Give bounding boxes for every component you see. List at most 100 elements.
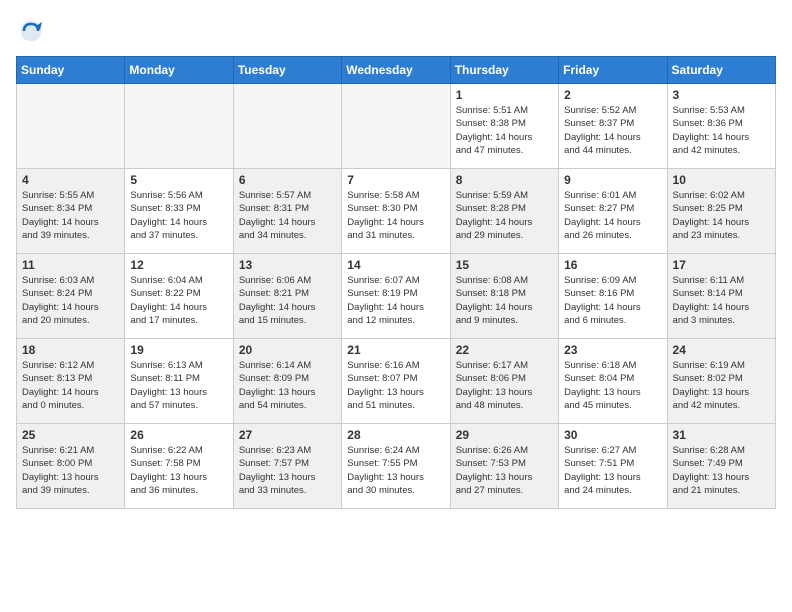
day-cell: 10Sunrise: 6:02 AMSunset: 8:25 PMDayligh… bbox=[667, 169, 775, 254]
day-cell: 24 Sunrise: 6:19 AMSunset: 8:02 PMDayligh… bbox=[667, 339, 775, 424]
day-cell: 9 Sunrise: 6:01 AMSunset: 8:27 PMDaylight… bbox=[559, 169, 667, 254]
day-info: Sunrise: 5:53 AMSunset: 8:36 PMDaylight:… bbox=[673, 104, 770, 157]
day-number: 15 bbox=[456, 258, 553, 272]
day-info: Sunrise: 5:55 AMSunset: 8:34 PMDaylight:… bbox=[22, 189, 119, 242]
day-cell: 20Sunrise: 6:14 AMSunset: 8:09 PMDayligh… bbox=[233, 339, 341, 424]
day-cell: 2 Sunrise: 5:52 AMSunset: 8:37 PMDaylight… bbox=[559, 84, 667, 169]
day-number: 9 bbox=[564, 173, 661, 187]
day-info: Sunrise: 6:01 AMSunset: 8:27 PMDaylight:… bbox=[564, 189, 661, 242]
day-cell: 31 Sunrise: 6:28 AMSunset: 7:49 PMDayligh… bbox=[667, 424, 775, 509]
day-number: 26 bbox=[130, 428, 227, 442]
day-number: 27 bbox=[239, 428, 336, 442]
day-number: 11 bbox=[22, 258, 119, 272]
day-cell: 12 Sunrise: 6:04 AMSunset: 8:22 PMDayligh… bbox=[125, 254, 233, 339]
day-number: 29 bbox=[456, 428, 553, 442]
day-number: 23 bbox=[564, 343, 661, 357]
day-info: Sunrise: 5:58 AMSunset: 8:30 PMDaylight:… bbox=[347, 189, 444, 242]
day-cell: 21Sunrise: 6:16 AMSunset: 8:07 PMDayligh… bbox=[342, 339, 450, 424]
day-number: 21 bbox=[347, 343, 444, 357]
calendar-table: SundayMondayTuesdayWednesdayThursdayFrid… bbox=[16, 56, 776, 509]
week-row-3: 11 Sunrise: 6:03 AMSunset: 8:24 PMDayligh… bbox=[17, 254, 776, 339]
header-row: SundayMondayTuesdayWednesdayThursdayFrid… bbox=[17, 57, 776, 84]
day-cell: 4 Sunrise: 5:55 AMSunset: 8:34 PMDaylight… bbox=[17, 169, 125, 254]
day-number: 2 bbox=[564, 88, 661, 102]
day-cell: 28 Sunrise: 6:24 AMSunset: 7:55 PMDayligh… bbox=[342, 424, 450, 509]
day-info: Sunrise: 6:06 AMSunset: 8:21 PMDaylight:… bbox=[239, 274, 336, 327]
page-header bbox=[16, 16, 776, 46]
day-info: Sunrise: 6:26 AMSunset: 7:53 PMDaylight:… bbox=[456, 444, 553, 497]
column-header-wednesday: Wednesday bbox=[342, 57, 450, 84]
day-info: Sunrise: 6:04 AMSunset: 8:22 PMDaylight:… bbox=[130, 274, 227, 327]
day-info: Sunrise: 5:59 AMSunset: 8:28 PMDaylight:… bbox=[456, 189, 553, 242]
column-header-friday: Friday bbox=[559, 57, 667, 84]
day-number: 20 bbox=[239, 343, 336, 357]
day-cell: 27 Sunrise: 6:23 AMSunset: 7:57 PMDayligh… bbox=[233, 424, 341, 509]
day-cell: 25 Sunrise: 6:21 AMSunset: 8:00 PMDayligh… bbox=[17, 424, 125, 509]
day-cell: 17Sunrise: 6:11 AMSunset: 8:14 PMDayligh… bbox=[667, 254, 775, 339]
week-row-1: 1Sunrise: 5:51 AMSunset: 8:38 PMDaylight… bbox=[17, 84, 776, 169]
day-info: Sunrise: 6:03 AMSunset: 8:24 PMDaylight:… bbox=[22, 274, 119, 327]
day-cell: 7 Sunrise: 5:58 AMSunset: 8:30 PMDaylight… bbox=[342, 169, 450, 254]
day-cell: 26 Sunrise: 6:22 AMSunset: 7:58 PMDayligh… bbox=[125, 424, 233, 509]
day-number: 12 bbox=[130, 258, 227, 272]
day-cell: 19 Sunrise: 6:13 AMSunset: 8:11 PMDayligh… bbox=[125, 339, 233, 424]
day-info: Sunrise: 6:17 AMSunset: 8:06 PMDaylight:… bbox=[456, 359, 553, 412]
day-cell bbox=[233, 84, 341, 169]
day-number: 18 bbox=[22, 343, 119, 357]
column-header-thursday: Thursday bbox=[450, 57, 558, 84]
week-row-4: 18 Sunrise: 6:12 AMSunset: 8:13 PMDayligh… bbox=[17, 339, 776, 424]
day-number: 31 bbox=[673, 428, 770, 442]
day-cell: 30Sunrise: 6:27 AMSunset: 7:51 PMDayligh… bbox=[559, 424, 667, 509]
day-cell bbox=[342, 84, 450, 169]
day-cell: 15 Sunrise: 6:08 AMSunset: 8:18 PMDayligh… bbox=[450, 254, 558, 339]
day-info: Sunrise: 6:19 AMSunset: 8:02 PMDaylight:… bbox=[673, 359, 770, 412]
day-number: 19 bbox=[130, 343, 227, 357]
day-info: Sunrise: 6:08 AMSunset: 8:18 PMDaylight:… bbox=[456, 274, 553, 327]
day-cell bbox=[125, 84, 233, 169]
day-info: Sunrise: 6:12 AMSunset: 8:13 PMDaylight:… bbox=[22, 359, 119, 412]
day-info: Sunrise: 6:22 AMSunset: 7:58 PMDaylight:… bbox=[130, 444, 227, 497]
column-header-monday: Monday bbox=[125, 57, 233, 84]
day-info: Sunrise: 6:13 AMSunset: 8:11 PMDaylight:… bbox=[130, 359, 227, 412]
day-info: Sunrise: 6:21 AMSunset: 8:00 PMDaylight:… bbox=[22, 444, 119, 497]
week-row-5: 25 Sunrise: 6:21 AMSunset: 8:00 PMDayligh… bbox=[17, 424, 776, 509]
column-header-sunday: Sunday bbox=[17, 57, 125, 84]
day-number: 16 bbox=[564, 258, 661, 272]
day-cell: 23 Sunrise: 6:18 AMSunset: 8:04 PMDayligh… bbox=[559, 339, 667, 424]
day-info: Sunrise: 6:18 AMSunset: 8:04 PMDaylight:… bbox=[564, 359, 661, 412]
day-number: 5 bbox=[130, 173, 227, 187]
day-info: Sunrise: 6:07 AMSunset: 8:19 PMDaylight:… bbox=[347, 274, 444, 327]
day-number: 6 bbox=[239, 173, 336, 187]
day-number: 30 bbox=[564, 428, 661, 442]
day-number: 4 bbox=[22, 173, 119, 187]
day-cell: 18 Sunrise: 6:12 AMSunset: 8:13 PMDayligh… bbox=[17, 339, 125, 424]
day-number: 25 bbox=[22, 428, 119, 442]
column-header-saturday: Saturday bbox=[667, 57, 775, 84]
day-cell: 14 Sunrise: 6:07 AMSunset: 8:19 PMDayligh… bbox=[342, 254, 450, 339]
day-info: Sunrise: 5:57 AMSunset: 8:31 PMDaylight:… bbox=[239, 189, 336, 242]
day-cell: 16Sunrise: 6:09 AMSunset: 8:16 PMDayligh… bbox=[559, 254, 667, 339]
day-cell: 22 Sunrise: 6:17 AMSunset: 8:06 PMDayligh… bbox=[450, 339, 558, 424]
day-number: 10 bbox=[673, 173, 770, 187]
day-info: Sunrise: 6:11 AMSunset: 8:14 PMDaylight:… bbox=[673, 274, 770, 327]
day-number: 13 bbox=[239, 258, 336, 272]
day-cell: 11 Sunrise: 6:03 AMSunset: 8:24 PMDayligh… bbox=[17, 254, 125, 339]
day-info: Sunrise: 5:52 AMSunset: 8:37 PMDaylight:… bbox=[564, 104, 661, 157]
day-number: 22 bbox=[456, 343, 553, 357]
day-cell: 6 Sunrise: 5:57 AMSunset: 8:31 PMDaylight… bbox=[233, 169, 341, 254]
day-number: 28 bbox=[347, 428, 444, 442]
day-number: 1 bbox=[456, 88, 553, 102]
day-number: 8 bbox=[456, 173, 553, 187]
day-info: Sunrise: 6:23 AMSunset: 7:57 PMDaylight:… bbox=[239, 444, 336, 497]
logo-icon bbox=[16, 16, 46, 46]
day-info: Sunrise: 6:28 AMSunset: 7:49 PMDaylight:… bbox=[673, 444, 770, 497]
day-cell: 5 Sunrise: 5:56 AMSunset: 8:33 PMDaylight… bbox=[125, 169, 233, 254]
day-info: Sunrise: 6:24 AMSunset: 7:55 PMDaylight:… bbox=[347, 444, 444, 497]
column-header-tuesday: Tuesday bbox=[233, 57, 341, 84]
day-cell: 13 Sunrise: 6:06 AMSunset: 8:21 PMDayligh… bbox=[233, 254, 341, 339]
day-number: 14 bbox=[347, 258, 444, 272]
day-cell: 29 Sunrise: 6:26 AMSunset: 7:53 PMDayligh… bbox=[450, 424, 558, 509]
day-info: Sunrise: 5:56 AMSunset: 8:33 PMDaylight:… bbox=[130, 189, 227, 242]
day-number: 24 bbox=[673, 343, 770, 357]
day-number: 7 bbox=[347, 173, 444, 187]
